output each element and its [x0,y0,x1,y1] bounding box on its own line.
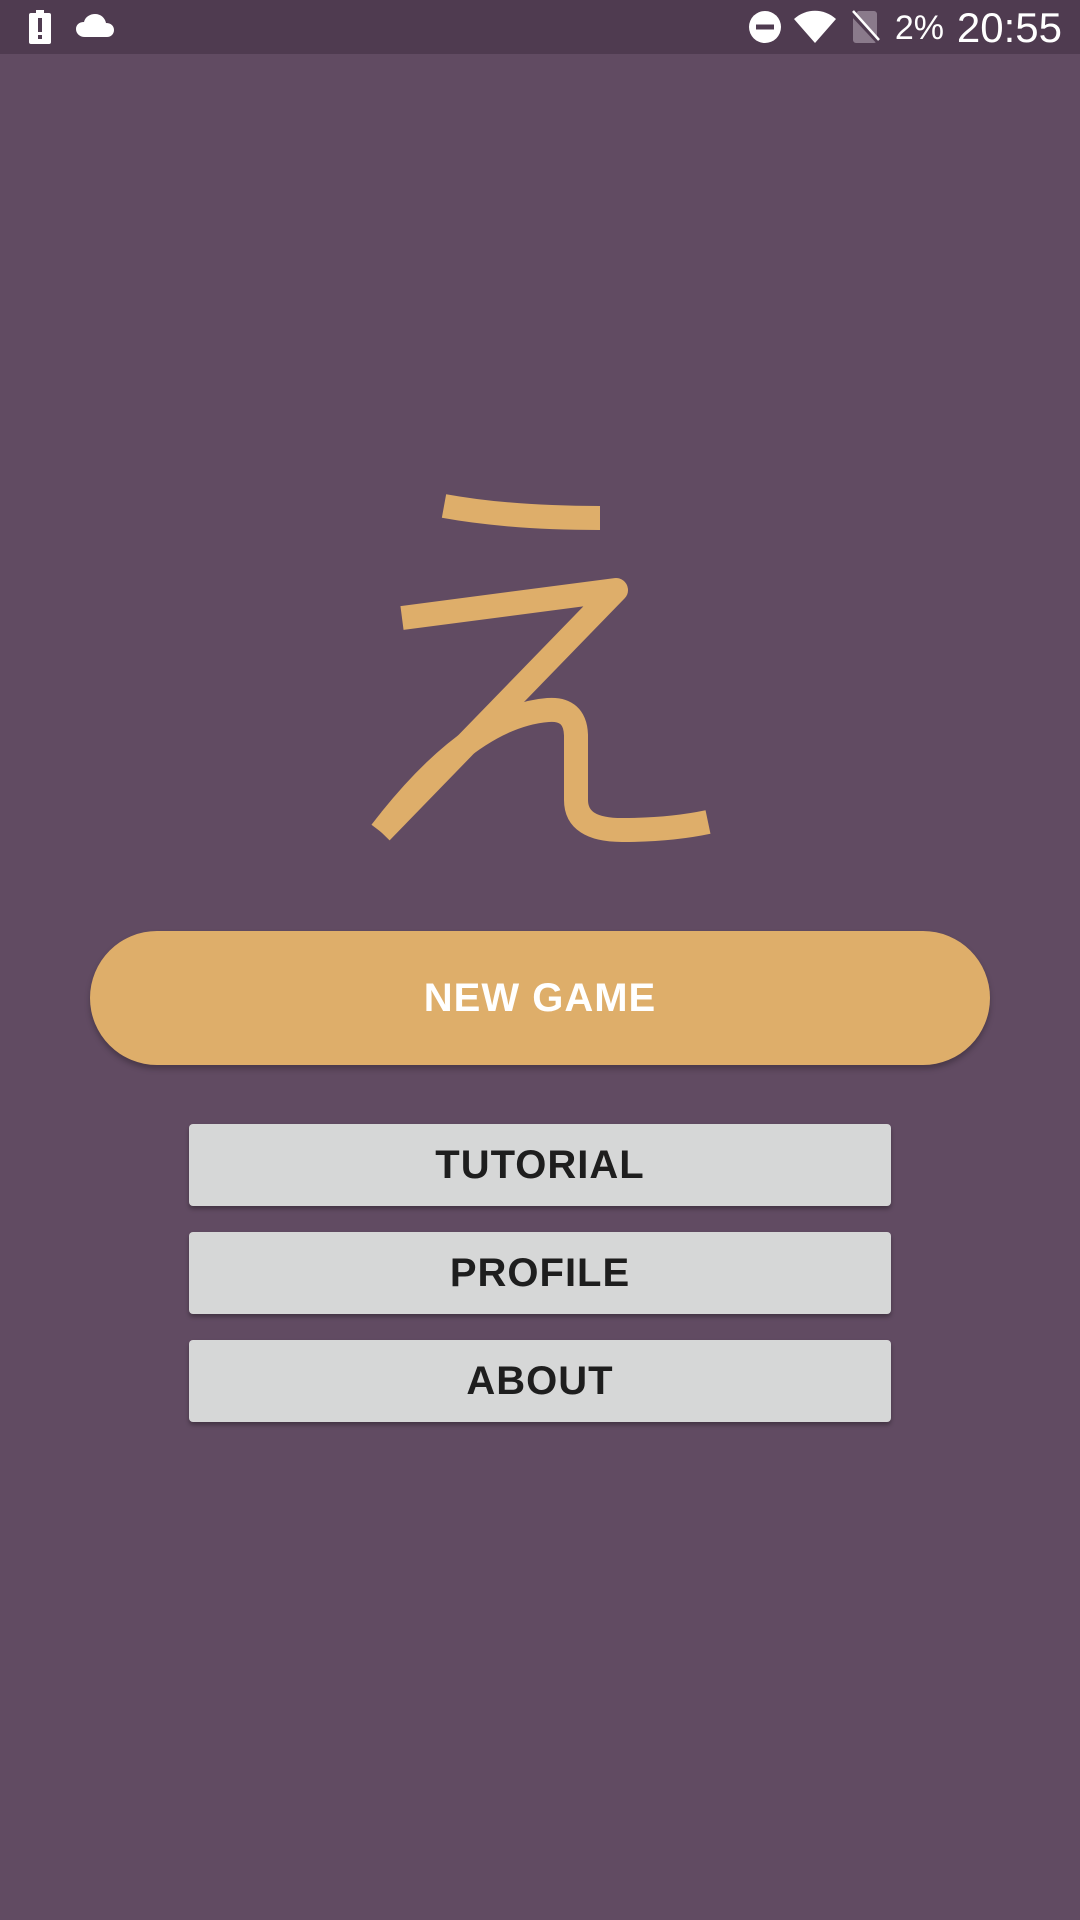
no-sim-icon [850,10,880,44]
profile-button[interactable]: PROFILE [189,1232,891,1314]
about-button[interactable]: ABOUT [189,1340,891,1422]
cloud-icon [76,14,114,37]
hiragana-e-logo-icon [371,494,711,842]
wifi-icon [794,10,836,43]
battery-alert-icon [29,10,51,44]
new-game-button[interactable]: NEW GAME [90,931,990,1065]
tutorial-button[interactable]: TUTORIAL [189,1124,891,1206]
status-time: 20:55 [956,4,1062,51]
status-bar: 2% 20:55 [0,0,1080,54]
battery-percentage: 2% [894,9,944,47]
main-menu-screen: 2% 20:55 NEW GAME TUTORIAL PROFILE ABOUT [0,0,1080,1920]
do-not-disturb-icon [749,11,781,43]
